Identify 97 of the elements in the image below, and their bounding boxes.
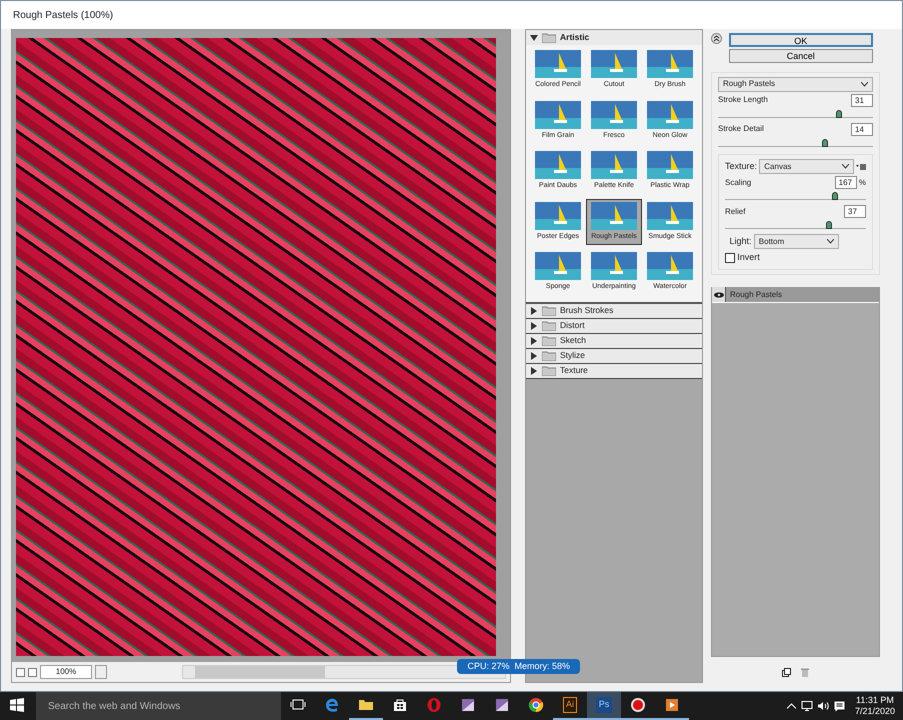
slider-track[interactable] [725, 191, 866, 200]
sailboat-thumbnail [647, 252, 693, 280]
sailboat-thumbnail [535, 50, 581, 78]
store-icon [392, 697, 408, 713]
app-icon [460, 697, 476, 713]
value-field[interactable]: 31 [851, 94, 873, 107]
effect-layer[interactable]: Rough Pastels [712, 288, 879, 302]
folder-icon [542, 32, 556, 42]
category-name: Brush Strokes [560, 304, 614, 317]
slider-thumb[interactable] [836, 110, 842, 118]
record-icon [630, 697, 646, 713]
visibility-toggle[interactable] [712, 287, 726, 302]
unit-label: % [858, 176, 866, 188]
clock-time: 11:31 PM [855, 695, 895, 706]
zoom-in-button[interactable] [28, 668, 37, 676]
folder-icon [542, 350, 556, 360]
browser-icon [528, 697, 544, 713]
chevron-icon [861, 82, 868, 87]
window-title: Rough Pastels (100%) [13, 8, 114, 22]
sailboat-thumbnail [535, 252, 581, 280]
sailboat-thumbnail [647, 50, 693, 78]
category-header[interactable]: Brush Strokes [526, 304, 702, 318]
category-header[interactable]: Stylize [526, 348, 702, 364]
collapse-icon[interactable] [711, 33, 722, 44]
folder-icon [542, 336, 556, 346]
chevron-icon[interactable] [787, 703, 796, 709]
folder-icon [542, 320, 556, 330]
category-name: Sketch [560, 334, 586, 347]
invert-checkbox[interactable] [725, 252, 735, 263]
speaker-icon[interactable] [817, 701, 830, 711]
menu-icon[interactable] [856, 164, 866, 170]
category-header[interactable]: Sketch [526, 334, 702, 348]
search-field[interactable]: Search the web and Windows [36, 692, 281, 720]
app-icon [494, 697, 510, 713]
light-dropdown[interactable]: Bottom [754, 234, 839, 249]
sailboat-thumbnail [591, 202, 637, 230]
folder-icon [542, 366, 556, 376]
sailboat-thumbnail [535, 151, 581, 179]
category-header[interactable]: Texture [526, 364, 702, 378]
dialog-button[interactable]: Cancel [728, 49, 873, 64]
network-icon[interactable] [800, 701, 813, 711]
slider-label: Stroke Detail [718, 123, 764, 136]
value-field[interactable]: 14 [851, 122, 873, 136]
caret-icon[interactable] [530, 336, 538, 344]
checkbox-label: Invert [737, 251, 760, 264]
caret-icon[interactable] [530, 352, 538, 360]
windows-icon [10, 698, 24, 712]
taskbar-app[interactable]: Ps [587, 692, 621, 720]
new-layer-icon[interactable] [782, 668, 791, 676]
sailboat-thumbnail [647, 151, 693, 179]
slider-track[interactable] [718, 108, 873, 118]
sailboat-thumbnail [647, 100, 693, 128]
caret-icon[interactable] [530, 366, 538, 374]
category-name: Artistic [560, 31, 590, 44]
sailboat-thumbnail [535, 100, 581, 128]
sailboat-thumbnail [591, 252, 637, 280]
eye-icon [714, 292, 724, 298]
category-header[interactable]: Distort [526, 318, 702, 334]
ring-icon [426, 697, 442, 713]
status-indicator: CPU: 27% Memory: 58% [457, 658, 580, 674]
slider-thumb[interactable] [822, 138, 828, 147]
category-name: Distort [560, 319, 585, 332]
clock-date: 7/21/2020 [854, 706, 895, 717]
sailboat-thumbnail [535, 202, 581, 230]
category-header[interactable]: Artistic [526, 30, 702, 45]
slider-thumb[interactable] [832, 192, 838, 200]
folder-icon [358, 697, 374, 713]
slider-track[interactable] [725, 220, 866, 229]
category-name: Stylize [560, 349, 586, 362]
slider-track[interactable] [718, 138, 873, 147]
texture-label: Texture: [725, 160, 758, 173]
slider-thumb[interactable] [826, 221, 832, 229]
sailboat-thumbnail [591, 50, 637, 78]
chevron-icon [826, 239, 834, 244]
sailboat-thumbnail [591, 100, 637, 128]
media-player-icon [664, 697, 680, 713]
slider-label: Scaling [725, 176, 752, 188]
zoom-out-button[interactable] [16, 668, 25, 676]
notification-icon[interactable] [834, 700, 845, 712]
value-field[interactable]: 167 [834, 176, 857, 189]
zoom-field[interactable]: 100% [40, 665, 92, 679]
filter-dropdown[interactable]: Rough Pastels [718, 76, 873, 92]
caret-icon[interactable] [530, 34, 538, 42]
category-name: Texture [560, 364, 588, 377]
caret-icon[interactable] [530, 306, 538, 314]
light-label: Light: [730, 234, 752, 248]
slider-label: Relief [725, 206, 746, 218]
sailboat-thumbnail [591, 151, 637, 179]
folder-icon [542, 306, 556, 316]
value-field[interactable]: 37 [844, 205, 866, 218]
dialog-button[interactable]: OK [728, 33, 873, 47]
caret-icon[interactable] [530, 322, 538, 330]
slider-label: Stroke Length [718, 94, 768, 106]
texture-dropdown[interactable]: Canvas [759, 159, 854, 174]
chevron-icon [842, 164, 849, 169]
browser-icon [324, 697, 340, 713]
sailboat-thumbnail [647, 202, 693, 230]
